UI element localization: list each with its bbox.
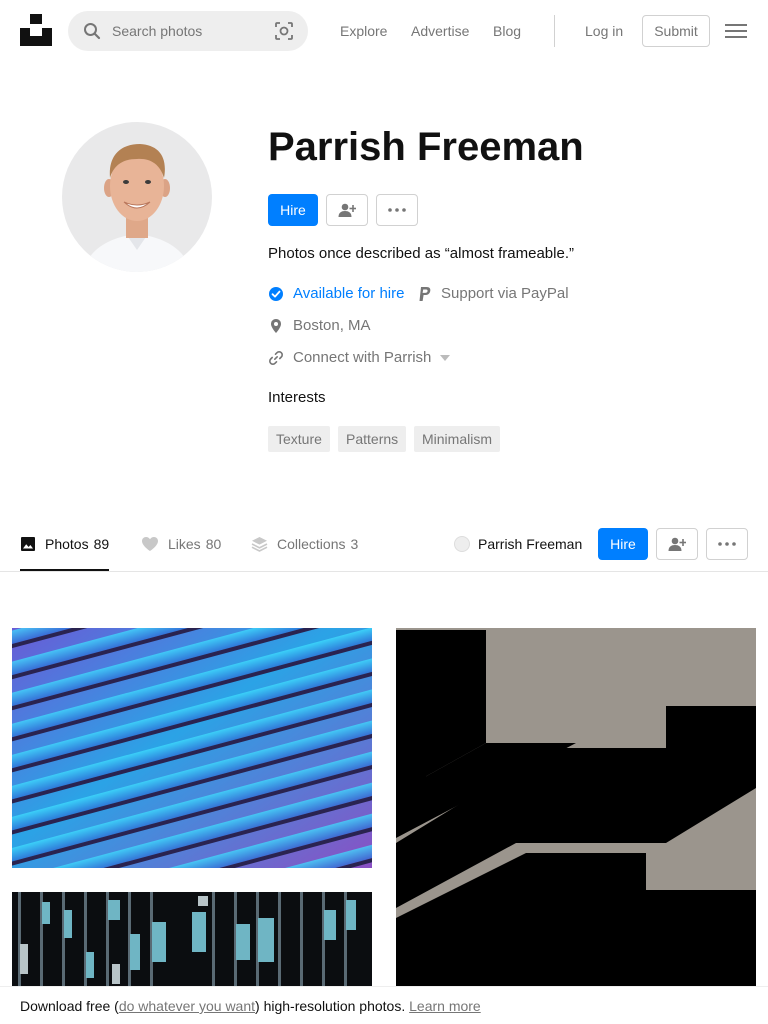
submit-photo-button[interactable]: Submit xyxy=(642,15,710,47)
search-bar xyxy=(68,11,308,51)
tab-likes-count: 80 xyxy=(205,536,222,552)
interest-tag-texture[interactable]: Texture xyxy=(268,426,330,452)
profile-name: Parrish Freeman xyxy=(268,125,584,169)
active-tab-indicator xyxy=(20,569,109,571)
tab-photos[interactable]: Photos 89 xyxy=(20,536,109,552)
nav-blog-link[interactable]: Blog xyxy=(493,22,521,40)
tab-photos-count: 89 xyxy=(93,536,110,552)
paypal-support-label: Support via PayPal xyxy=(441,285,569,302)
license-link[interactable]: do whatever you want xyxy=(119,998,255,1014)
search-input[interactable] xyxy=(112,11,262,51)
profile-avatar xyxy=(62,122,212,272)
available-for-hire[interactable]: Available for hire xyxy=(268,285,404,303)
sticky-more-button[interactable] xyxy=(706,528,748,560)
interest-tag-patterns[interactable]: Patterns xyxy=(338,426,407,452)
hire-button[interactable]: Hire xyxy=(268,194,318,226)
hamburger-menu-icon[interactable] xyxy=(725,21,747,41)
interests-heading: Interests xyxy=(268,389,326,406)
layers-icon xyxy=(251,537,268,552)
tab-collections-label: Collections xyxy=(277,536,346,552)
profile-bio: Photos once described as “almost frameab… xyxy=(268,245,574,262)
photo-building-windows[interactable] xyxy=(12,892,372,986)
chevron-down-icon xyxy=(440,355,451,361)
nav-advertise-link[interactable]: Advertise xyxy=(411,22,469,40)
tab-likes-label: Likes xyxy=(168,536,201,552)
location: Boston, MA xyxy=(268,317,371,335)
mini-avatar xyxy=(454,536,470,552)
banner-suffix: ) high-resolution photos. xyxy=(255,998,406,1014)
tab-collections[interactable]: Collections 3 xyxy=(251,536,358,552)
photo-black-zigzag[interactable] xyxy=(396,628,756,986)
image-icon xyxy=(21,537,35,551)
available-for-hire-label: Available for hire xyxy=(293,285,405,302)
connect-label: Connect with Parrish xyxy=(293,349,432,366)
more-dots-icon xyxy=(718,542,736,546)
more-dots-icon xyxy=(388,208,406,212)
connect-dropdown[interactable]: Connect with Parrish xyxy=(268,349,451,367)
sticky-hire-button[interactable]: Hire xyxy=(598,528,648,560)
sticky-follow-button[interactable] xyxy=(656,528,698,560)
tab-collections-count: 3 xyxy=(350,536,359,552)
nav-explore-link[interactable]: Explore xyxy=(340,22,387,40)
top-nav-bar: Explore Advertise Blog Log in Submit xyxy=(0,0,768,62)
more-actions-button[interactable] xyxy=(376,194,418,226)
sticky-user-name: Parrish Freeman xyxy=(478,536,583,552)
link-icon xyxy=(269,351,283,365)
visual-search-icon[interactable] xyxy=(274,21,294,41)
add-user-icon xyxy=(338,203,356,217)
paypal-icon xyxy=(419,287,431,301)
learn-more-link[interactable]: Learn more xyxy=(409,998,481,1014)
login-link[interactable]: Log in xyxy=(585,22,623,40)
paypal-support-link[interactable]: Support via PayPal xyxy=(418,285,569,303)
location-label: Boston, MA xyxy=(293,317,371,334)
download-free-banner: Download free (do whatever you want) hig… xyxy=(0,986,768,1024)
heart-icon xyxy=(142,537,158,551)
follow-button[interactable] xyxy=(326,194,368,226)
nav-divider xyxy=(554,15,555,47)
interest-tag-minimalism[interactable]: Minimalism xyxy=(414,426,500,452)
check-circle-icon xyxy=(269,287,283,301)
map-pin-icon xyxy=(271,319,281,333)
profile-tabs: Photos 89 Likes 80 Collections 3 Parrish… xyxy=(0,520,768,572)
unsplash-logo-icon[interactable] xyxy=(20,14,52,46)
add-user-icon xyxy=(668,537,686,551)
search-icon[interactable] xyxy=(82,21,102,41)
tab-likes[interactable]: Likes 80 xyxy=(141,536,221,552)
tab-photos-label: Photos xyxy=(45,536,89,552)
photo-blue-stripes[interactable] xyxy=(12,628,372,868)
banner-prefix: Download free ( xyxy=(20,998,119,1014)
